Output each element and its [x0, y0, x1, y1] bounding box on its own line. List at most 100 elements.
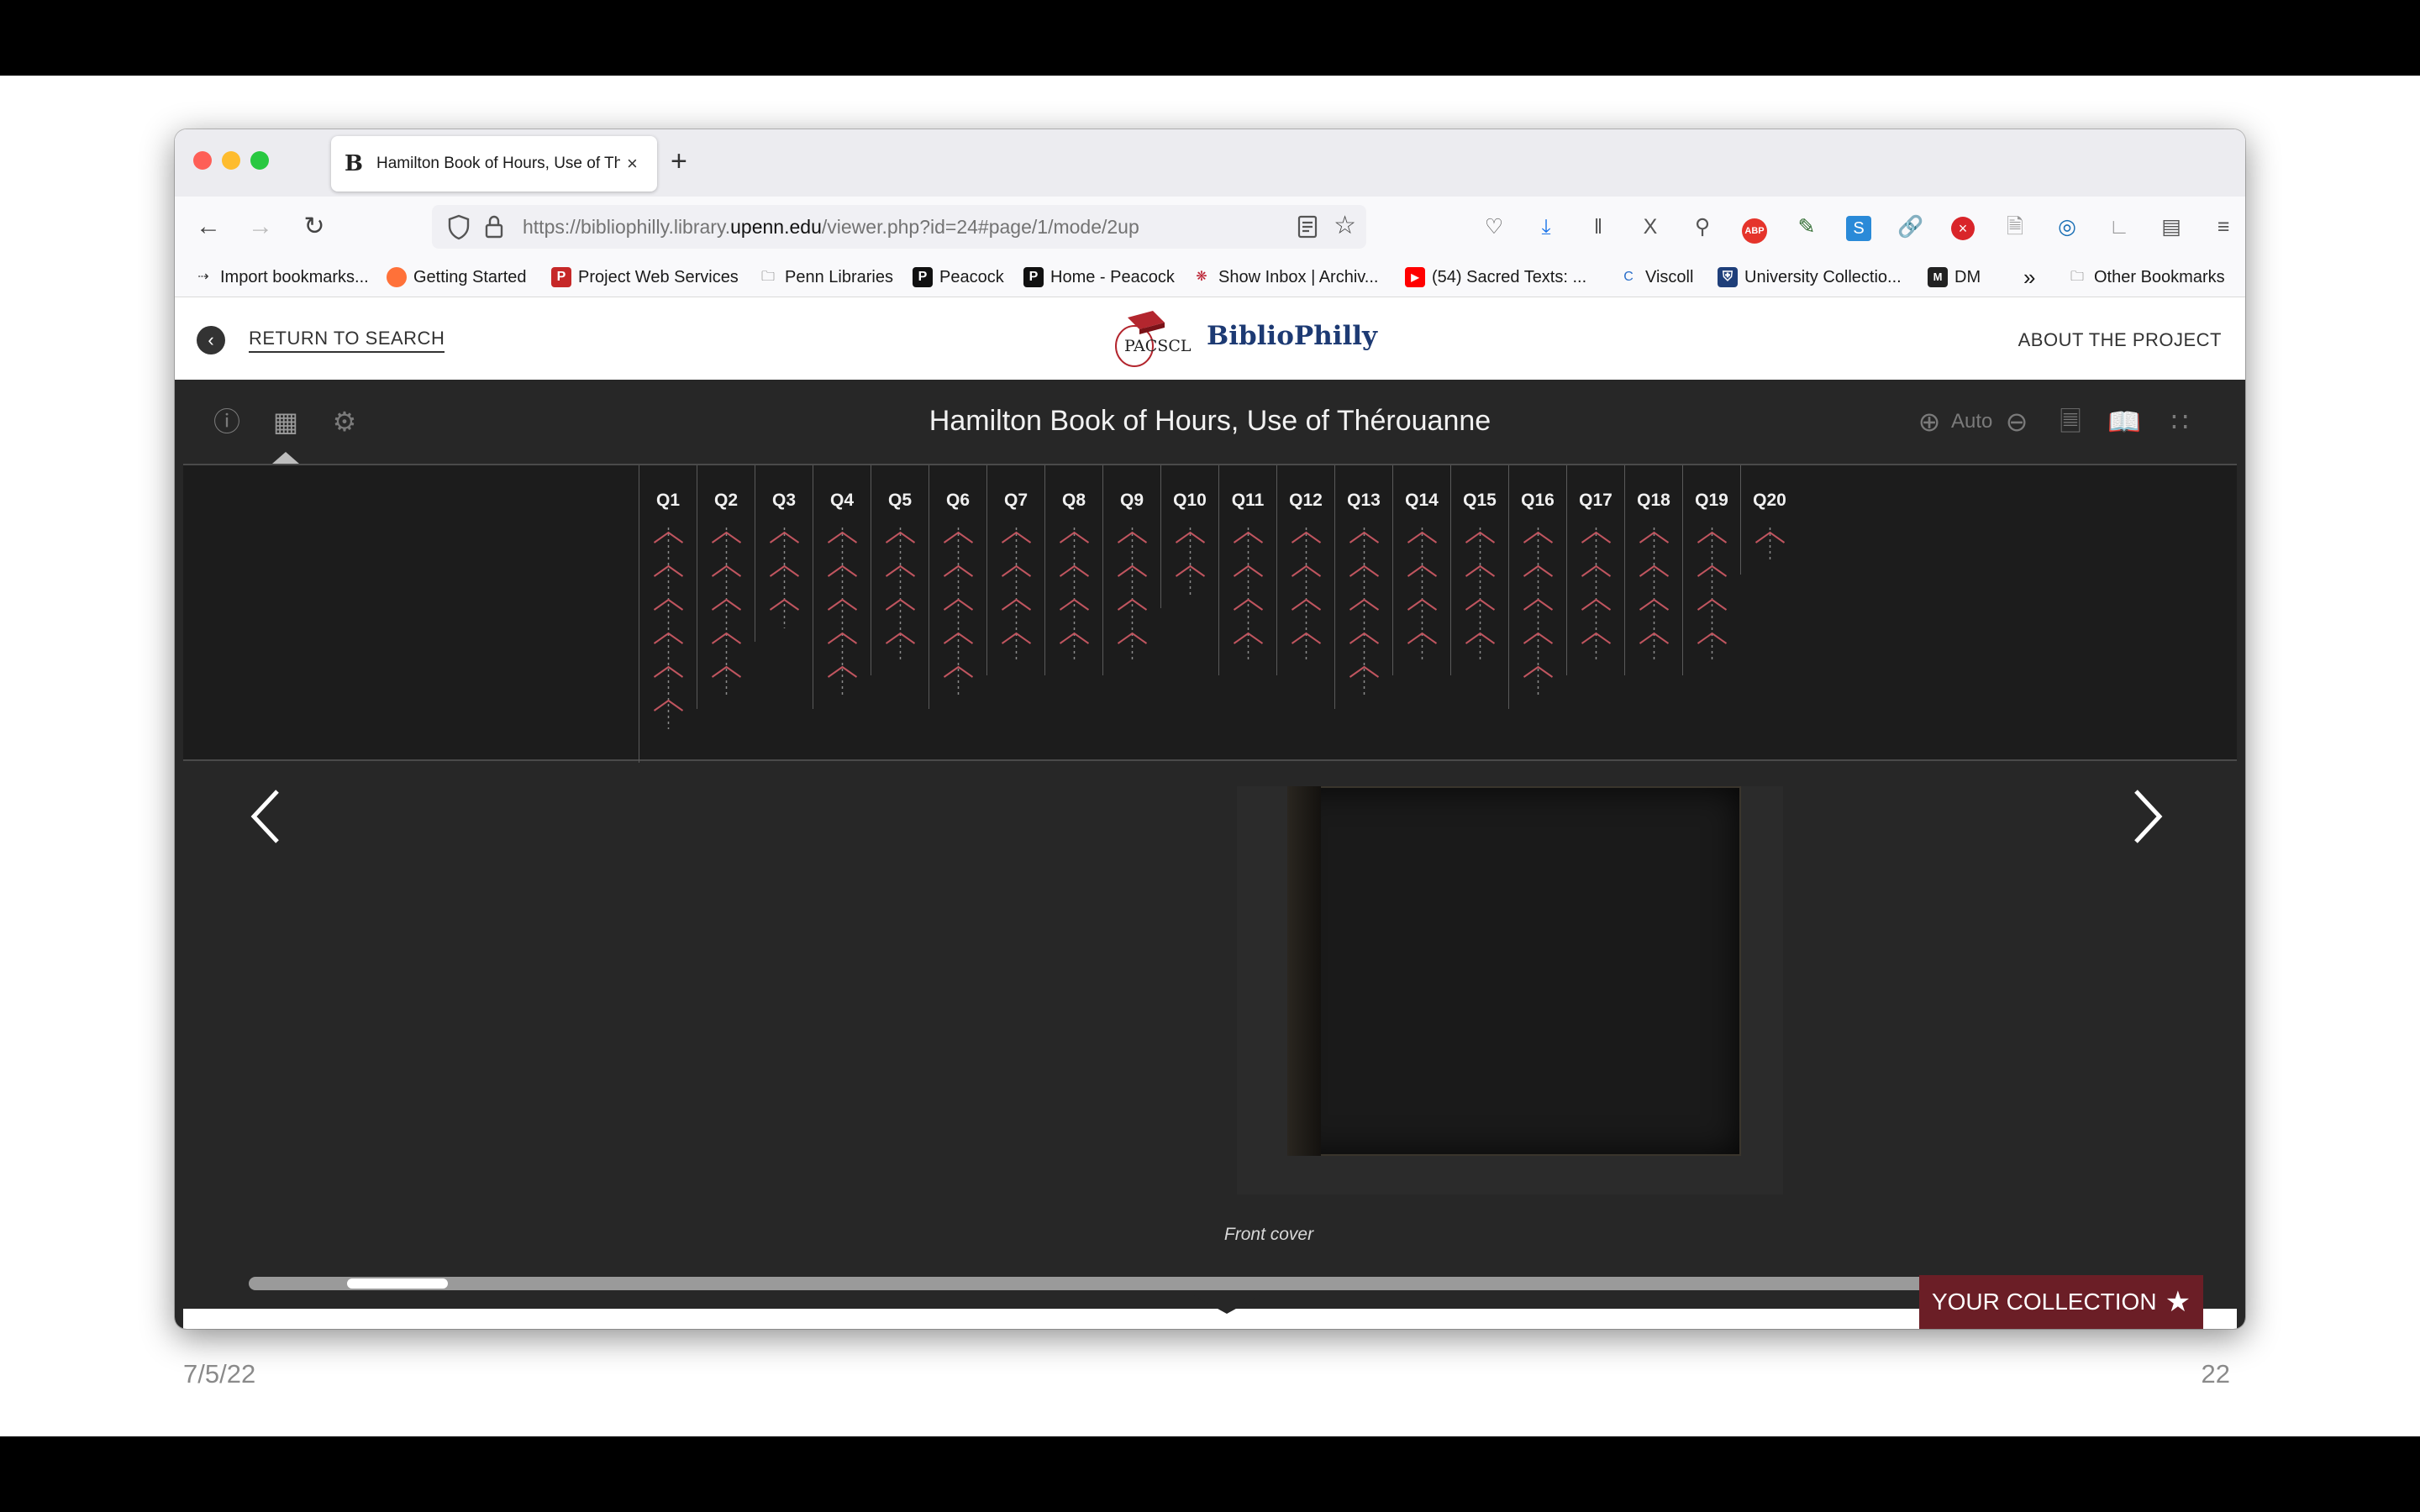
quire-diagram	[1639, 528, 1670, 662]
return-chevron-icon[interactable]: ‹	[197, 326, 225, 354]
dm-icon: M	[1928, 267, 1948, 287]
quire-diagram	[1697, 528, 1728, 662]
zoom-in-icon[interactable]: ⊕	[1912, 405, 1946, 438]
bookmark-dm[interactable]: M DM	[1928, 265, 1981, 289]
bookmark-import[interactable]: ⇢ Import bookmarks...	[193, 265, 368, 289]
new-tab-button[interactable]: +	[671, 144, 687, 178]
page-scrubber[interactable]	[249, 1277, 2171, 1290]
site-header: ‹ RETURN TO SEARCH PACSCL BiblioPhilly A…	[175, 297, 2245, 380]
quire-q16[interactable]: Q16	[1508, 465, 1566, 709]
star-icon: ★	[2165, 1286, 2191, 1318]
screen-extension-icon[interactable]: ▤	[2156, 212, 2186, 242]
block-extension-icon[interactable]: ×	[1948, 212, 1978, 242]
next-page-arrow-icon[interactable]	[2121, 783, 2171, 850]
quire-q6[interactable]: Q6	[929, 465, 986, 709]
about-the-project-link[interactable]: ABOUT THE PROJECT	[2018, 329, 2222, 351]
bookmark-sacred-texts[interactable]: ▶ (54) Sacred Texts: ...	[1405, 265, 1586, 289]
bookmark-university-collections[interactable]: ⛨ University Collectio...	[1718, 265, 1902, 289]
import-icon: ⇢	[197, 270, 209, 284]
reader-view-icon[interactable]	[1297, 215, 1318, 239]
bookmark-star-icon[interactable]: ☆	[1334, 212, 1356, 240]
adblock-icon[interactable]: ABP	[1739, 212, 1770, 244]
pencil-extension-icon[interactable]: ✎	[1791, 212, 1822, 242]
quire-diagram	[885, 528, 916, 662]
link-extension-icon[interactable]: 🔗	[1896, 212, 1926, 242]
quire-q11[interactable]: Q11	[1218, 465, 1276, 675]
folder-icon: 🗀	[2070, 270, 2084, 284]
quire-q12[interactable]: Q12	[1276, 465, 1334, 675]
scrubber-handle[interactable]	[347, 1278, 449, 1289]
menu-hamburger-icon[interactable]: ≡	[2208, 212, 2238, 242]
quire-q5[interactable]: Q5	[871, 465, 929, 675]
zoom-window-button[interactable]	[250, 151, 269, 170]
quire-label: Q3	[771, 491, 796, 510]
p-black-icon: P	[1023, 267, 1044, 287]
bookmark-home-peacock[interactable]: P Home - Peacock	[1023, 265, 1175, 289]
target-extension-icon[interactable]: ◎	[2052, 212, 2082, 242]
bookmark-project-web-services[interactable]: P Project Web Services	[551, 265, 739, 289]
reload-icon[interactable]: ↻	[297, 210, 331, 244]
firefox-icon	[387, 267, 407, 287]
quire-q19[interactable]: Q19	[1682, 465, 1740, 675]
pocket-icon[interactable]: ♡	[1479, 212, 1509, 242]
front-cover-image[interactable]	[1237, 786, 1783, 1194]
bookmark-show-inbox[interactable]: ❋ Show Inbox | Archiv...	[1192, 265, 1378, 289]
tab-close-icon[interactable]: ×	[627, 153, 638, 175]
url-bar[interactable]: https://bibliophilly.library.upenn.edu/v…	[432, 205, 1366, 249]
quire-diagram	[1465, 528, 1496, 662]
quire-q18[interactable]: Q18	[1624, 465, 1682, 675]
bibliophilly-favicon-icon: B	[345, 151, 363, 176]
bookmark-penn-libraries[interactable]: 🗀 Penn Libraries	[758, 265, 893, 289]
quire-q20[interactable]: Q20	[1740, 465, 1798, 575]
tracking-shield-icon[interactable]	[447, 213, 471, 240]
quire-label: Q12	[1289, 491, 1323, 510]
quire-q9[interactable]: Q9	[1102, 465, 1160, 675]
single-page-icon[interactable]: 🗏	[2054, 405, 2087, 438]
tab-active[interactable]: B Hamilton Book of Hours, Use of Théroua…	[331, 136, 657, 192]
url-text[interactable]: https://bibliophilly.library.upenn.edu/v…	[523, 216, 1139, 239]
quire-q17[interactable]: Q17	[1566, 465, 1624, 675]
zotero-icon[interactable]: X	[1635, 212, 1665, 242]
quire-q10[interactable]: Q10	[1160, 465, 1218, 608]
quire-q3[interactable]: Q3	[755, 465, 813, 642]
back-arrow-icon[interactable]: ←	[192, 210, 225, 244]
previous-page-arrow-icon[interactable]	[242, 783, 292, 850]
bookmark-other-bookmarks[interactable]: 🗀 Other Bookmarks	[2067, 265, 2225, 289]
bookmarks-overflow-icon[interactable]: »	[2023, 265, 2035, 290]
quire-q13[interactable]: Q13	[1334, 465, 1392, 709]
quire-q8[interactable]: Q8	[1044, 465, 1102, 675]
quire-diagram	[1754, 528, 1786, 561]
quire-q7[interactable]: Q7	[986, 465, 1044, 675]
zoom-out-icon[interactable]: ⊖	[2000, 405, 2033, 438]
toolbar-toggle-notch[interactable]	[1193, 1295, 1260, 1314]
thumbnail-grid-icon[interactable]: ∷	[2163, 405, 2196, 438]
quire-q1[interactable]: Q1	[639, 465, 697, 743]
lock-icon[interactable]	[482, 213, 506, 240]
bookmark-peacock[interactable]: P Peacock	[913, 265, 1004, 289]
minimize-window-button[interactable]	[222, 151, 240, 170]
magnifier-extension-icon[interactable]: ⚲	[1687, 212, 1718, 242]
quire-diagram	[827, 528, 858, 696]
quire-label: Q4	[829, 491, 854, 510]
return-to-search-link[interactable]: RETURN TO SEARCH	[249, 328, 445, 353]
folder-icon: 🗀	[760, 270, 775, 284]
bookmark-viscoll[interactable]: C Viscoll	[1618, 265, 1693, 289]
cover-board	[1287, 786, 1741, 1156]
quire-diagram	[769, 528, 800, 628]
quire-q14[interactable]: Q14	[1392, 465, 1450, 675]
close-window-button[interactable]	[193, 151, 212, 170]
tab-title: Hamilton Book of Hours, Use of Thérouann…	[376, 155, 620, 172]
downloads-icon[interactable]: ⤓	[1531, 212, 1561, 242]
forward-arrow-icon[interactable]: →	[244, 210, 277, 244]
chart-extension-icon[interactable]: ∟	[2104, 212, 2134, 242]
your-collection-button[interactable]: YOUR COLLECTION ★	[1919, 1275, 2203, 1329]
library-icon[interactable]: ‖	[1583, 212, 1613, 242]
document-extension-icon[interactable]: 🗎	[2000, 212, 2030, 242]
quire-q4[interactable]: Q4	[813, 465, 871, 709]
bookmark-getting-started[interactable]: Getting Started	[387, 265, 527, 289]
quire-q15[interactable]: Q15	[1450, 465, 1508, 675]
two-page-icon[interactable]: 📖	[2107, 405, 2141, 438]
bibliophilly-brand[interactable]: BiblioPhilly	[1207, 321, 1377, 351]
s-extension-icon[interactable]: S	[1844, 212, 1874, 242]
quire-q2[interactable]: Q2	[697, 465, 755, 709]
